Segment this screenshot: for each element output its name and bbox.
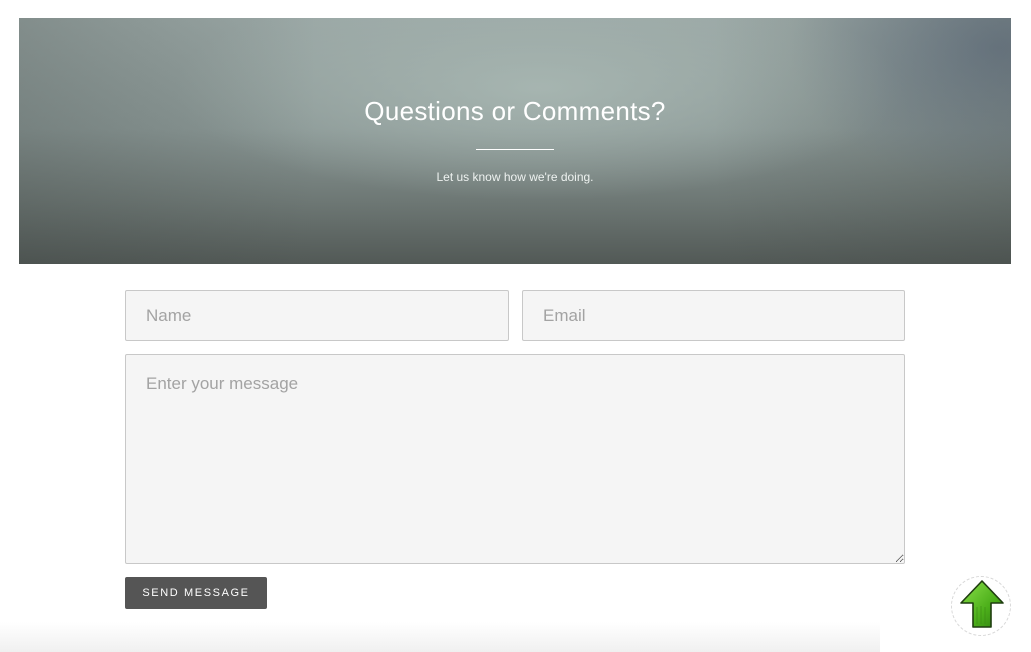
hero-subtitle: Let us know how we're doing. [436, 170, 594, 184]
page: Questions or Comments? Let us know how w… [0, 0, 1031, 652]
scroll-to-top-button[interactable] [951, 576, 1011, 636]
hero-divider [476, 149, 554, 150]
name-input[interactable] [125, 290, 509, 341]
bottom-shadow [0, 622, 880, 652]
hero-title: Questions or Comments? [364, 96, 666, 126]
message-textarea[interactable] [125, 354, 905, 564]
hero-banner: Questions or Comments? Let us know how w… [19, 18, 1011, 264]
email-input[interactable] [522, 290, 905, 341]
arrow-up-icon [960, 580, 1004, 628]
send-message-button[interactable]: SEND MESSAGE [125, 577, 267, 609]
